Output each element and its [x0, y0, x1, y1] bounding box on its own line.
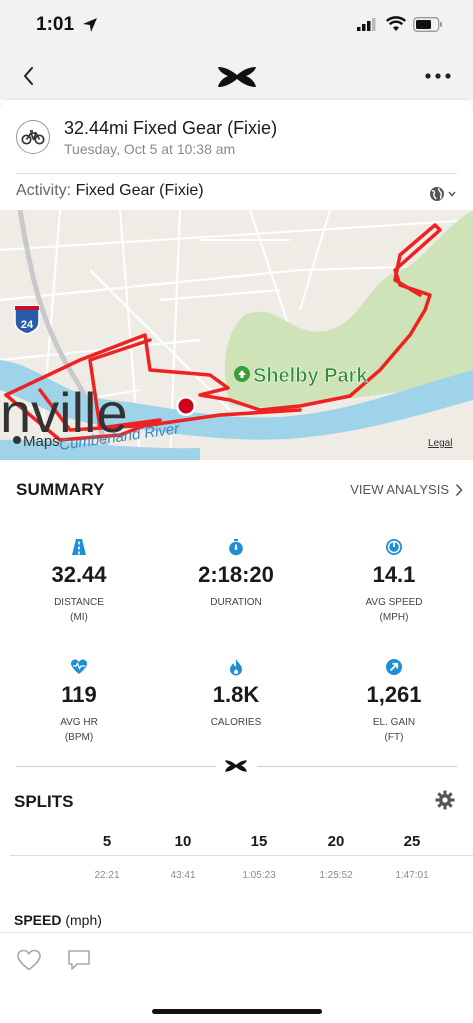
- stat-distance: 32.44 DISTANCE (MI): [14, 538, 144, 625]
- split-column: 15 1:05:23: [229, 833, 289, 881]
- flame-icon: [230, 659, 242, 676]
- navigation-bar: [0, 52, 473, 100]
- split-mile: 25: [403, 833, 421, 850]
- activity-row[interactable]: Activity: Fixed Gear (Fixie): [16, 182, 204, 200]
- speed-title: SPEED: [14, 912, 62, 928]
- workout-header: 32.44mi Fixed Gear (Fixie) Tuesday, Oct …: [0, 100, 473, 174]
- split-column: 25 1:47:01: [382, 833, 442, 881]
- stat-value: 1,261: [366, 682, 422, 707]
- split-mile: 10: [174, 833, 192, 850]
- split-column: 5 22:21: [77, 833, 137, 881]
- speed-section-title: SPEED (mph): [14, 912, 102, 928]
- split-mile: 15: [250, 833, 268, 850]
- under-armour-logo-icon: [218, 67, 256, 87]
- stat-value: 2:18:20: [198, 562, 274, 587]
- stat-label: DISTANCE: [54, 597, 104, 608]
- speed-unit: (mph): [65, 912, 102, 928]
- summary-title: SUMMARY: [16, 480, 105, 499]
- elevation-arrow-icon: [386, 659, 402, 675]
- stat-unit: (FT): [384, 732, 404, 743]
- bicycle-icon: [16, 120, 50, 154]
- stat-label: DURATION: [210, 597, 262, 608]
- road-icon: [72, 539, 86, 555]
- cellular-signal-icon: [357, 18, 376, 31]
- start-marker: [178, 398, 194, 414]
- stat-label: CALORIES: [210, 717, 262, 728]
- highway-number: 24: [21, 319, 34, 331]
- stat-avg-hr: 119 AVG HR (BPM): [14, 658, 144, 745]
- globe-icon: [430, 187, 444, 201]
- stat-unit: (BPM): [64, 732, 94, 743]
- split-time: 1:47:01: [395, 870, 429, 881]
- stat-label: AVG SPEED: [365, 597, 423, 608]
- map-place-label: Shelby Park: [253, 365, 368, 387]
- activity-value: Fixed Gear (Fixie): [75, 182, 204, 199]
- stat-unit: (MPH): [379, 612, 409, 623]
- activity-label: Activity:: [16, 182, 72, 199]
- split-mile: 20: [327, 833, 345, 850]
- stat-label: EL. GAIN: [372, 717, 416, 728]
- status-bar: 1:01: [0, 0, 473, 52]
- wifi-icon: [386, 16, 406, 31]
- back-chevron-icon[interactable]: [16, 62, 44, 90]
- home-indicator: [152, 1009, 322, 1014]
- route-map[interactable]: 24 Shelby Park nville Cumberland River M…: [0, 210, 473, 460]
- stat-duration: 2:18:20 DURATION: [171, 538, 301, 610]
- legal-link[interactable]: Legal: [428, 438, 452, 449]
- chevron-right-icon: [455, 483, 463, 496]
- stat-value: 1.8K: [212, 682, 260, 707]
- privacy-dropdown[interactable]: [429, 186, 457, 202]
- location-arrow-icon: [83, 18, 97, 32]
- split-mile: 5: [102, 833, 112, 850]
- gear-icon[interactable]: [435, 790, 455, 810]
- divider: [16, 173, 457, 174]
- split-time: 22:21: [94, 870, 120, 881]
- view-analysis-label: VIEW ANALYSIS: [350, 482, 449, 497]
- separator-line: [16, 766, 216, 767]
- stat-elevation-gain: 1,261 EL. GAIN (FT): [329, 658, 459, 745]
- status-time: 1:01: [36, 14, 75, 35]
- stat-label: AVG HR: [60, 717, 98, 728]
- split-column: 10 43:41: [153, 833, 213, 881]
- splits-title: SPLITS: [14, 792, 74, 811]
- maps-attribution: Maps: [23, 433, 60, 450]
- workout-date: Tuesday, Oct 5 at 10:38 am: [64, 141, 236, 157]
- stat-avg-speed: 14.1 AVG SPEED (MPH): [329, 538, 459, 625]
- comment-bubble-icon[interactable]: [66, 948, 92, 972]
- split-time: 43:41: [170, 870, 196, 881]
- view-analysis-link[interactable]: VIEW ANALYSIS: [350, 482, 463, 497]
- stat-value: 14.1: [372, 562, 416, 587]
- like-heart-icon[interactable]: [16, 948, 42, 972]
- battery-icon: [413, 17, 442, 32]
- under-armour-logo-icon: [225, 760, 247, 772]
- stat-unit: (MI): [70, 612, 88, 623]
- split-divider: [10, 855, 473, 856]
- workout-title: 32.44mi Fixed Gear (Fixie): [64, 118, 278, 138]
- stat-value: 32.44: [51, 562, 107, 587]
- workout-detail-card: 32.44mi Fixed Gear (Fixie) Tuesday, Oct …: [0, 100, 473, 1023]
- split-time: 1:25:52: [319, 870, 353, 881]
- separator-line: [257, 766, 457, 767]
- split-column: 20 1:25:52: [306, 833, 366, 881]
- stat-value: 119: [61, 682, 97, 707]
- stat-calories: 1.8K CALORIES: [171, 658, 301, 730]
- divider: [0, 932, 473, 933]
- stopwatch-icon: [229, 539, 243, 556]
- split-time: 1:05:23: [242, 870, 276, 881]
- map-canvas: 24 Shelby Park nville Cumberland River M…: [0, 210, 473, 460]
- chevron-down-icon: [448, 191, 456, 197]
- apple-maps-logo-icon: [13, 436, 21, 444]
- heart-rate-icon: [71, 659, 87, 674]
- speedometer-icon: [386, 539, 402, 555]
- more-options-icon[interactable]: [423, 66, 453, 86]
